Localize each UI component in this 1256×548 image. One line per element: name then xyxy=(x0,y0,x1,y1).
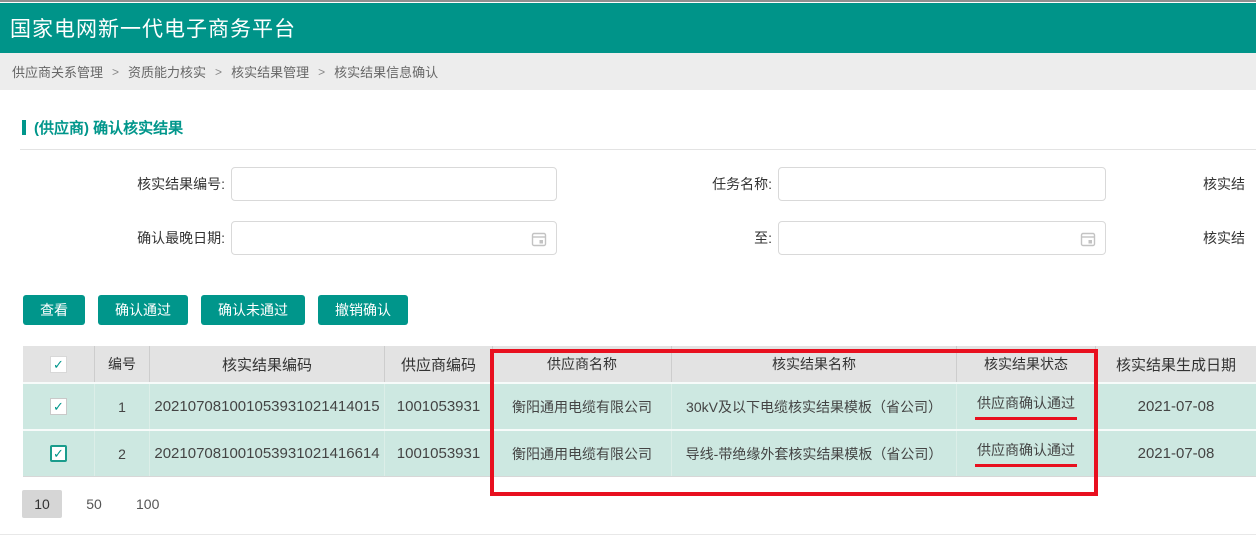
row-checkbox[interactable]: ✓ xyxy=(50,445,67,462)
row-cell-result-date: 2021-07-08 xyxy=(1096,384,1256,429)
breadcrumb: 供应商关系管理 > 资质能力核实 > 核实结果管理 > 核实结果信息确认 xyxy=(0,53,1256,90)
row-cell-supplier-name: 衡阳通用电缆有限公司 xyxy=(493,384,672,429)
page-size-10[interactable]: 10 xyxy=(22,490,62,518)
row-cell-result-status: 供应商确认通过 xyxy=(957,384,1096,429)
row-cell-supplier-code: 1001053931 xyxy=(385,431,493,476)
row-cell-result-code: 202107081001053931021414015 xyxy=(150,384,385,429)
date-to-field-wrap xyxy=(778,221,1106,255)
confirm-latest-date-label: 确认最晚日期: xyxy=(20,228,225,248)
result-no-input[interactable] xyxy=(232,168,556,200)
breadcrumb-separator: > xyxy=(112,65,119,79)
result-no-field-wrap xyxy=(231,167,557,201)
header-cell-result-status: 核实结果状态 xyxy=(957,346,1096,382)
row-cell-no: 1 xyxy=(95,384,150,429)
confirm-pass-button[interactable]: 确认通过 xyxy=(98,295,188,325)
confirm-fail-button[interactable]: 确认未通过 xyxy=(201,295,305,325)
filter-row-2: 确认最晚日期: 至: 核实结 xyxy=(20,221,1256,255)
app-title: 国家电网新一代电子商务平台 xyxy=(10,13,296,43)
results-table: ✓ 编号 核实结果编码 供应商编码 供应商名称 核实结果名称 核实结果状态 核实… xyxy=(23,346,1256,477)
confirm-latest-date-field-wrap xyxy=(231,221,557,255)
app-header: 国家电网新一代电子商务平台 xyxy=(0,3,1256,53)
row-cell-result-name: 导线-带绝缘外套核实结果模板（省公司） xyxy=(672,431,957,476)
title-accent-bar xyxy=(22,120,26,135)
table-header-row: ✓ 编号 核实结果编码 供应商编码 供应商名称 核实结果名称 核实结果状态 核实… xyxy=(23,346,1256,382)
status-badge: 供应商确认通过 xyxy=(975,440,1077,467)
header-cell-supplier-code: 供应商编码 xyxy=(385,346,493,382)
breadcrumb-item-supplier-relations[interactable]: 供应商关系管理 xyxy=(12,62,103,81)
bottom-divider xyxy=(0,534,1256,535)
date-to-input[interactable] xyxy=(779,222,1105,254)
row-cell-supplier-name: 衡阳通用电缆有限公司 xyxy=(493,431,672,476)
breadcrumb-separator: > xyxy=(215,65,222,79)
select-all-checkbox[interactable]: ✓ xyxy=(50,356,67,373)
breadcrumb-separator: > xyxy=(318,65,325,79)
header-cell-supplier-name: 供应商名称 xyxy=(493,346,672,382)
check-icon: ✓ xyxy=(53,400,64,413)
row-checkbox[interactable]: ✓ xyxy=(50,398,67,415)
row-cell-result-code: 202107081001053931021416614 xyxy=(150,431,385,476)
task-name-label: 任务名称: xyxy=(557,174,772,194)
row-cell-supplier-code: 1001053931 xyxy=(385,384,493,429)
row-cell-checkbox: ✓ xyxy=(23,384,95,429)
confirm-latest-date-input[interactable] xyxy=(232,222,556,254)
filter-row-1: 核实结果编号: 任务名称: 核实结 xyxy=(20,167,1256,201)
header-cell-select-all: ✓ xyxy=(23,346,95,382)
row-cell-result-name: 30kV及以下电缆核实结果模板（省公司） xyxy=(672,384,957,429)
header-cell-result-code: 核实结果编码 xyxy=(150,346,385,382)
task-name-input[interactable] xyxy=(779,168,1105,200)
header-cell-no: 编号 xyxy=(95,346,150,382)
check-icon: ✓ xyxy=(53,358,64,371)
page-size-100[interactable]: 100 xyxy=(126,490,169,518)
pagination: 10 50 100 xyxy=(22,490,1256,518)
breadcrumb-item-qualification-verify[interactable]: 资质能力核实 xyxy=(128,62,206,81)
status-badge: 供应商确认通过 xyxy=(975,393,1077,420)
row-cell-checkbox: ✓ xyxy=(23,431,95,476)
row-cell-no: 2 xyxy=(95,431,150,476)
result-no-label: 核实结果编号: xyxy=(20,174,225,194)
header-cell-result-name: 核实结果名称 xyxy=(672,346,957,382)
breadcrumb-item-result-confirmation[interactable]: 核实结果信息确认 xyxy=(334,62,438,81)
date-to-label: 至: xyxy=(557,228,772,248)
page-size-50[interactable]: 50 xyxy=(74,490,114,518)
clipped-label-result-name: 核实结 xyxy=(1203,174,1245,194)
page-title-block: (供应商) 确认核实结果 xyxy=(22,117,1256,138)
check-icon: ✓ xyxy=(53,447,64,460)
task-name-field-wrap xyxy=(778,167,1106,201)
header-cell-result-date: 核实结果生成日期 xyxy=(1096,346,1256,382)
toolbar: 查看 确认通过 确认未通过 撤销确认 xyxy=(23,295,1256,325)
breadcrumb-item-result-management[interactable]: 核实结果管理 xyxy=(231,62,309,81)
clipped-label-result-status: 核实结 xyxy=(1203,228,1245,248)
row-cell-result-status: 供应商确认通过 xyxy=(957,431,1096,476)
filter-form: 核实结果编号: 任务名称: 核实结 确认最晚日期: 至: xyxy=(0,150,1256,255)
revoke-confirm-button[interactable]: 撤销确认 xyxy=(318,295,408,325)
page-title: (供应商) 确认核实结果 xyxy=(34,117,183,138)
table-row[interactable]: ✓ 1 202107081001053931021414015 10010539… xyxy=(23,382,1256,429)
table-row[interactable]: ✓ 2 202107081001053931021416614 10010539… xyxy=(23,429,1256,476)
calendar-icon[interactable] xyxy=(1080,231,1096,247)
calendar-icon[interactable] xyxy=(531,231,547,247)
row-cell-result-date: 2021-07-08 xyxy=(1096,431,1256,476)
view-button[interactable]: 查看 xyxy=(23,295,85,325)
